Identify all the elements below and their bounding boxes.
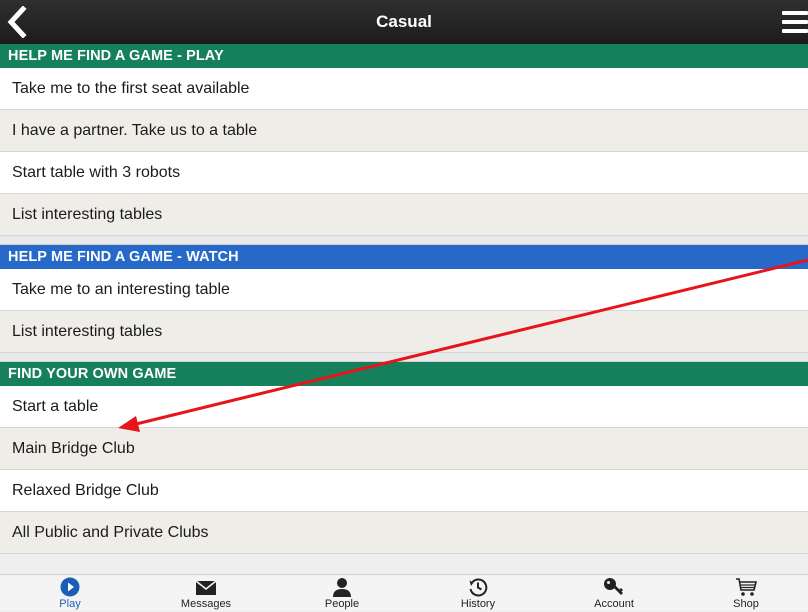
history-icon (469, 578, 488, 597)
menu-item-robots-table[interactable]: Start table with 3 robots (0, 152, 808, 194)
tab-people[interactable]: People (297, 575, 387, 612)
tab-shop[interactable]: Shop (701, 575, 791, 612)
menu-item-list-interesting-play[interactable]: List interesting tables (0, 194, 808, 236)
menu-item-list-interesting-watch[interactable]: List interesting tables (0, 311, 808, 353)
section-divider (0, 353, 808, 362)
hamburger-menu-icon (782, 11, 808, 33)
tab-account-label: Account (594, 598, 634, 610)
menu-item-main-club[interactable]: Main Bridge Club (0, 428, 808, 470)
cart-icon (736, 578, 757, 596)
menu-item-relaxed-club[interactable]: Relaxed Bridge Club (0, 470, 808, 512)
menu-button[interactable] (782, 8, 808, 36)
menu-item-first-seat[interactable]: Take me to the first seat available (0, 68, 808, 110)
envelope-icon (195, 580, 217, 595)
section-header-play: HELP ME FIND A GAME - PLAY (0, 44, 808, 68)
tab-people-label: People (324, 598, 360, 610)
tab-play[interactable]: Play (25, 575, 115, 612)
tab-messages-label: Messages (180, 598, 232, 610)
tab-shop-label: Shop (733, 598, 759, 610)
tab-history-label: History (460, 598, 496, 610)
key-icon (604, 578, 623, 595)
menu-item-start-table[interactable]: Start a table (0, 386, 808, 428)
section-divider (0, 236, 808, 245)
bottom-tab-bar: Play Messages People History Account Sho… (0, 574, 808, 611)
menu-item-watch-interesting[interactable]: Take me to an interesting table (0, 269, 808, 311)
section-header-own-game: FIND YOUR OWN GAME (0, 362, 808, 386)
page-title: Casual (376, 12, 432, 31)
menu-item-partner-table[interactable]: I have a partner. Take us to a table (0, 110, 808, 152)
tab-play-label: Play (59, 598, 81, 610)
tab-account[interactable]: Account (569, 575, 659, 612)
menu-item-all-clubs[interactable]: All Public and Private Clubs (0, 512, 808, 554)
tab-messages[interactable]: Messages (161, 575, 251, 612)
tab-history[interactable]: History (433, 575, 523, 612)
section-header-watch: HELP ME FIND A GAME - WATCH (0, 245, 808, 269)
top-navigation-bar: Casual (0, 0, 808, 44)
menu-list: HELP ME FIND A GAME - PLAY Take me to th… (0, 44, 808, 554)
person-icon (333, 578, 351, 597)
play-icon (60, 577, 80, 597)
